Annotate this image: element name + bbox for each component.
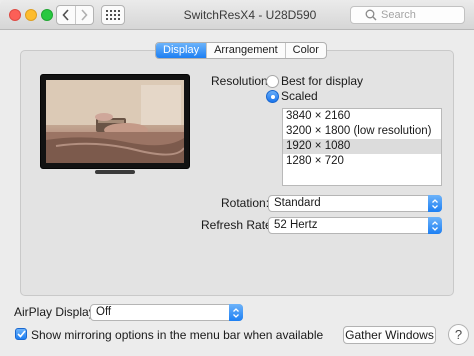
search-field[interactable]: [350, 6, 465, 24]
chevron-left-icon: [62, 9, 69, 21]
rotation-label: Rotation:: [221, 196, 270, 210]
popup-arrows-icon: [229, 304, 243, 321]
resolution-row[interactable]: 1280 × 720: [283, 154, 441, 169]
gather-windows-button[interactable]: Gather Windows: [343, 326, 436, 344]
best-for-display-radio[interactable]: [266, 75, 279, 88]
monitor-stand: [95, 170, 135, 174]
search-icon: [365, 9, 377, 21]
resolution-row-selected[interactable]: 1920 × 1080: [283, 139, 441, 154]
help-button[interactable]: ?: [448, 324, 469, 345]
best-for-display-label[interactable]: Best for display: [281, 74, 363, 88]
mirroring-checkbox[interactable]: [15, 328, 27, 340]
navigation-buttons: [56, 5, 94, 25]
tab-color[interactable]: Color: [284, 43, 326, 58]
preferences-window: SwitchResX4 - U28D590 Display Arrangemen…: [0, 0, 474, 356]
refresh-rate-popup[interactable]: 52 Hertz: [268, 217, 442, 234]
zoom-button[interactable]: [41, 9, 53, 21]
airplay-display-popup[interactable]: Off: [90, 304, 243, 321]
chevron-right-icon: [81, 9, 88, 21]
scaled-label[interactable]: Scaled: [281, 89, 318, 103]
mirroring-label[interactable]: Show mirroring options in the menu bar w…: [31, 328, 323, 342]
back-button[interactable]: [57, 6, 75, 24]
grid-icon: [106, 10, 120, 20]
monitor-wallpaper: [46, 80, 184, 163]
titlebar: SwitchResX4 - U28D590: [0, 0, 474, 30]
search-input[interactable]: [381, 9, 461, 21]
checkmark-icon: [16, 330, 26, 338]
tab-display[interactable]: Display: [156, 43, 207, 58]
scaled-radio[interactable]: [266, 90, 279, 103]
window-title: SwitchResX4 - U28D590: [183, 8, 317, 22]
resolution-label: Resolution:: [211, 74, 272, 88]
airplay-display-value: Off: [96, 306, 112, 318]
airplay-display-label: AirPlay Display:: [14, 305, 99, 319]
popup-arrows-icon: [428, 217, 442, 234]
rotation-popup[interactable]: Standard: [268, 195, 442, 212]
rotation-value: Standard: [274, 197, 321, 209]
refresh-rate-label: Refresh Rate:: [201, 218, 276, 232]
tab-arrangement[interactable]: Arrangement: [206, 43, 285, 58]
resolution-list[interactable]: 3840 × 2160 3200 × 1800 (low resolution)…: [282, 108, 442, 186]
close-button[interactable]: [9, 9, 21, 21]
monitor-image: [40, 74, 190, 169]
tab-bar: Display Arrangement Color: [155, 42, 327, 59]
show-all-button[interactable]: [101, 5, 125, 25]
resolution-row[interactable]: 3840 × 2160: [283, 109, 441, 124]
refresh-rate-value: 52 Hertz: [274, 219, 318, 231]
forward-button[interactable]: [74, 6, 94, 24]
minimize-button[interactable]: [25, 9, 37, 21]
wallpaper-photo: [46, 80, 184, 163]
popup-arrows-icon: [428, 195, 442, 212]
resolution-row[interactable]: 3200 × 1800 (low resolution): [283, 124, 441, 139]
